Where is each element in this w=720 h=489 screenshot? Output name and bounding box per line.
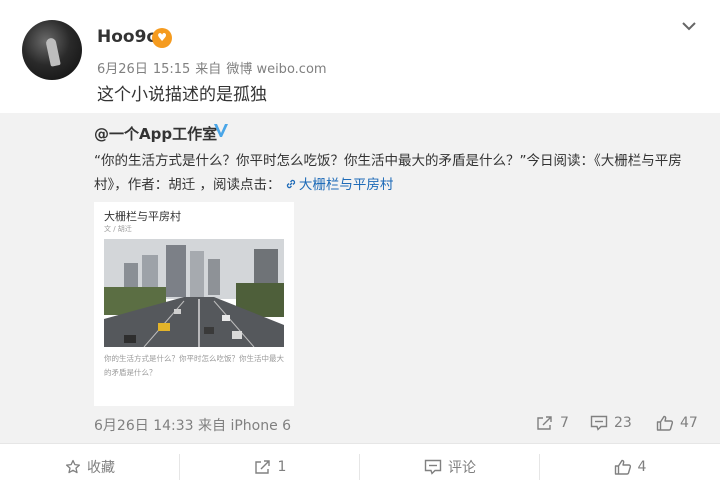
- article-link[interactable]: 大栅栏与平房村: [285, 177, 394, 193]
- repost-from: 来自: [198, 418, 226, 434]
- repost-block: @一个App工作室 “你的生活方式是什么？你平时怎么吃饭？你生活中最大的矛盾是什…: [0, 113, 720, 443]
- action-bar: 收藏 1 评论 4: [0, 443, 720, 489]
- share-icon: [254, 460, 270, 474]
- post-text: 这个小说描述的是孤独: [97, 85, 267, 105]
- like-button[interactable]: 4: [540, 444, 720, 489]
- username[interactable]: Hoo9o: [97, 27, 158, 47]
- post-date: 6月26日: [97, 62, 148, 77]
- original-repost-count[interactable]: 7: [536, 415, 569, 431]
- post-time[interactable]: 15:15: [153, 62, 190, 77]
- weibo-post: Hoo9o ♥ 6月26日 15:15 来自 微博 weibo.com 这个小说描述的…: [0, 0, 720, 489]
- original-like-count[interactable]: 47: [656, 415, 698, 431]
- original-repost-number: 7: [560, 415, 569, 431]
- post-meta: 6月26日 15:15 来自 微博 weibo.com: [97, 58, 332, 77]
- link-icon: [286, 179, 296, 189]
- comment-label: 评论: [448, 460, 476, 476]
- fan-badge-icon: ♥: [152, 28, 172, 48]
- comment-button[interactable]: 评论: [360, 444, 540, 489]
- article-card[interactable]: 大栅栏与平房村 文 / 胡迁 你的生活方式是什么？你平时怎么吃饭？你生活中最大的…: [94, 202, 294, 406]
- street-photo: [104, 239, 284, 347]
- repost-time[interactable]: 14:33: [153, 418, 193, 434]
- repost-date: 6月26日: [94, 418, 149, 434]
- thumbs-up-icon: [614, 459, 631, 475]
- repost-device: iPhone 6: [230, 418, 292, 434]
- share-icon: [537, 416, 552, 430]
- thumbs-up-icon: [656, 415, 674, 431]
- original-author[interactable]: @一个App工作室: [94, 123, 217, 144]
- favorite-button[interactable]: 收藏: [0, 444, 180, 489]
- avatar[interactable]: [22, 20, 82, 80]
- card-caption: 你的生活方式是什么？你平时怎么吃饭？你生活中最大的矛盾是什么？: [104, 354, 284, 377]
- post-from: 来自: [195, 62, 222, 77]
- post-source[interactable]: 微博 weibo.com: [226, 62, 326, 77]
- original-text: “你的生活方式是什么？你平时怎么吃饭？你生活中最大的矛盾是什么？”今日阅读：《大…: [94, 149, 704, 197]
- chevron-down-icon[interactable]: [679, 16, 699, 36]
- favorite-label: 收藏: [87, 460, 115, 476]
- original-comment-count[interactable]: 23: [590, 415, 632, 431]
- verified-icon: [214, 124, 228, 137]
- card-title: 大栅栏与平房村: [104, 210, 181, 223]
- original-like-number: 47: [680, 415, 698, 431]
- repost-meta: 6月26日 14:33 来自 iPhone 6: [94, 415, 291, 435]
- comment-icon: [590, 415, 608, 431]
- star-icon: [65, 459, 81, 474]
- repost-label: 1: [277, 459, 287, 475]
- comment-icon: [424, 459, 442, 475]
- original-comment-number: 23: [614, 415, 632, 431]
- repost-button[interactable]: 1: [180, 444, 360, 489]
- card-author: 文 / 胡迁: [104, 225, 132, 233]
- article-link-text: 大栅栏与平房村: [298, 177, 394, 193]
- like-label: 4: [637, 459, 647, 475]
